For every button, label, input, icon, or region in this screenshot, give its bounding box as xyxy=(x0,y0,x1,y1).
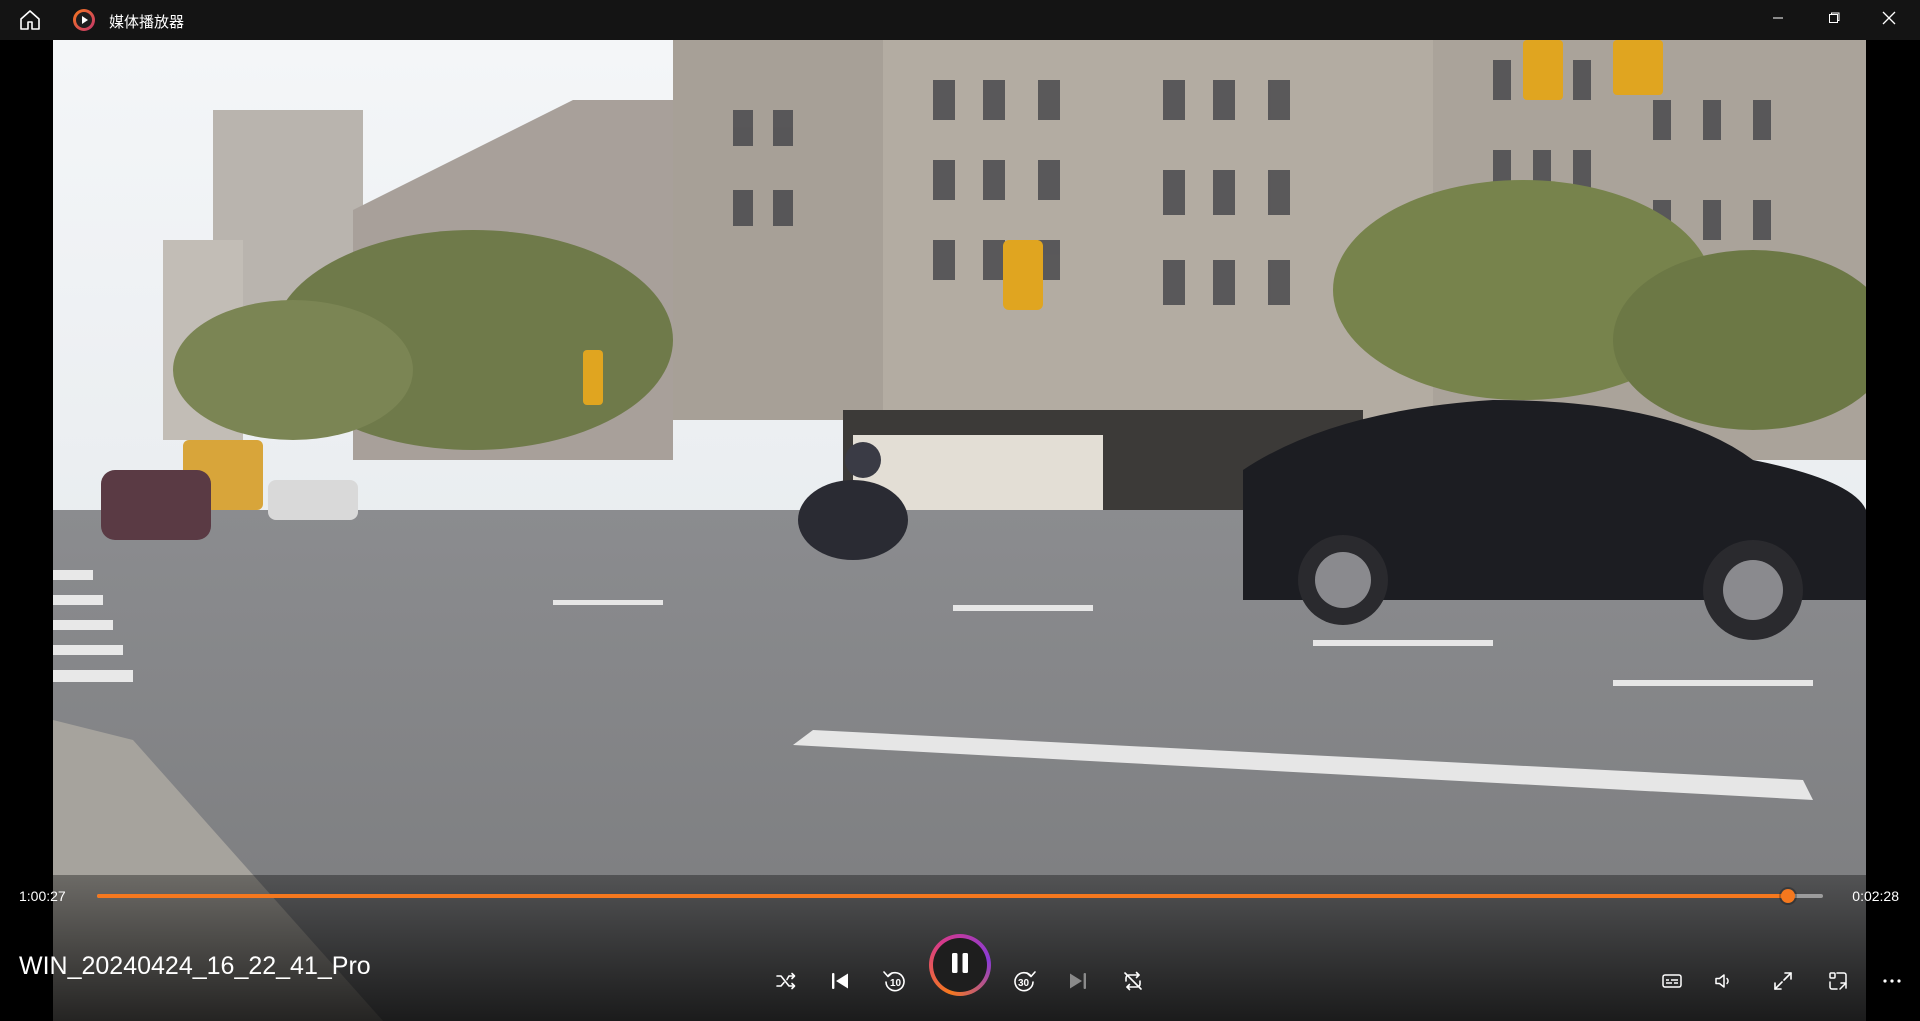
skip-back-button[interactable]: 10 xyxy=(875,961,915,1001)
forward-30-label: 30 xyxy=(1018,978,1030,989)
repeat-button[interactable] xyxy=(1113,961,1153,1001)
subtitles-icon xyxy=(1661,970,1683,992)
minimize-button[interactable] xyxy=(1755,0,1801,40)
previous-icon xyxy=(829,970,851,992)
seek-bar-progress xyxy=(97,894,1789,898)
play-pause-button[interactable] xyxy=(929,934,991,996)
video-scene xyxy=(53,40,1866,1021)
maximize-button[interactable] xyxy=(1811,0,1857,40)
more-options-button[interactable] xyxy=(1872,961,1912,1001)
close-button[interactable] xyxy=(1866,0,1912,40)
forward-30-icon: 30 xyxy=(1010,967,1038,995)
more-icon xyxy=(1881,970,1903,992)
close-icon xyxy=(1882,11,1896,30)
pause-icon xyxy=(947,950,973,981)
window-title: 媒体播放器 xyxy=(109,14,185,31)
rewind-10-icon: 10 xyxy=(881,967,909,995)
media-player-app-icon xyxy=(72,8,96,32)
next-icon xyxy=(1067,970,1089,992)
rewind-10-label: 10 xyxy=(890,978,902,989)
current-time: 1:00:27 xyxy=(19,888,66,904)
fullscreen-button[interactable] xyxy=(1763,961,1803,1001)
volume-icon xyxy=(1713,970,1735,992)
repeat-off-icon xyxy=(1121,969,1145,993)
title-bar: 媒体播放器 xyxy=(0,0,1920,40)
minimize-icon xyxy=(1772,11,1784,29)
transport-controls: 1:00:27 0:02:28 WIN_20240424_16_22_41_Pr… xyxy=(0,875,1920,1021)
seek-bar-thumb[interactable] xyxy=(1781,889,1796,903)
skip-forward-button[interactable]: 30 xyxy=(1004,961,1044,1001)
shuffle-button[interactable] xyxy=(766,961,806,1001)
media-title: WIN_20240424_16_22_41_Pro xyxy=(19,952,371,980)
maximize-icon xyxy=(1828,11,1840,29)
subtitles-button[interactable] xyxy=(1652,961,1692,1001)
volume-button[interactable] xyxy=(1704,961,1744,1001)
video-frame[interactable] xyxy=(53,40,1866,1021)
miniplayer-button[interactable] xyxy=(1818,961,1858,1001)
miniplayer-icon xyxy=(1827,970,1849,992)
previous-button[interactable] xyxy=(820,961,860,1001)
shuffle-icon xyxy=(775,970,797,992)
remaining-time: 0:02:28 xyxy=(1852,888,1899,904)
next-button[interactable] xyxy=(1058,961,1098,1001)
seek-bar[interactable] xyxy=(97,889,1823,903)
fullscreen-icon xyxy=(1772,970,1794,992)
home-icon[interactable] xyxy=(18,8,42,32)
